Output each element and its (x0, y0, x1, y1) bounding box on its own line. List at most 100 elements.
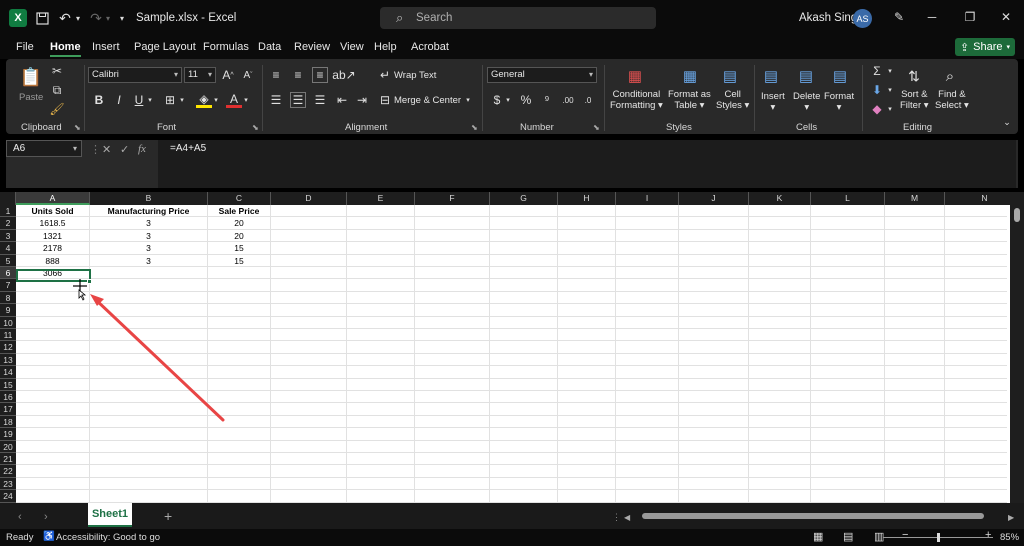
cell-k8[interactable] (749, 291, 811, 305)
cell-h12[interactable] (558, 341, 616, 354)
cell-e20[interactable] (347, 440, 415, 453)
cell-d21[interactable] (271, 453, 347, 466)
cell-g9[interactable] (490, 304, 558, 317)
cell-k7[interactable] (749, 279, 811, 292)
cell-e12[interactable] (347, 341, 415, 354)
conditional-formatting-button[interactable]: Conditional Formatting ▾ (610, 89, 663, 111)
sheet-tab-sheet1[interactable]: Sheet1 (88, 503, 132, 527)
cell-e3[interactable] (347, 229, 415, 243)
column-header-b[interactable]: B (90, 192, 208, 205)
page-layout-view-icon[interactable]: ▤ (843, 530, 853, 543)
cell-m14[interactable] (885, 366, 945, 379)
row-header-22[interactable]: 22 (0, 465, 16, 478)
cell-n9[interactable] (945, 304, 1007, 317)
row-header-10[interactable]: 10 (0, 317, 16, 329)
cell-g16[interactable] (490, 391, 558, 404)
cell-l20[interactable] (811, 440, 885, 453)
column-header-k[interactable]: K (749, 192, 811, 205)
cell-h13[interactable] (558, 353, 616, 367)
normal-view-icon[interactable]: ▦ (813, 530, 823, 543)
row-header-8[interactable]: 8 (0, 292, 16, 305)
row-header-23[interactable]: 23 (0, 478, 16, 491)
cell-n10[interactable] (945, 317, 1007, 329)
fill-handle[interactable] (87, 279, 92, 284)
row-header-7[interactable]: 7 (0, 279, 16, 292)
scroll-left-icon[interactable]: ◀ (624, 508, 630, 526)
cell-n7[interactable] (945, 279, 1007, 292)
cell-h14[interactable] (558, 366, 616, 379)
cell-e5[interactable] (347, 254, 415, 267)
cell-g20[interactable] (490, 440, 558, 453)
sort-filter-button[interactable]: Sort & Filter ▾ (900, 89, 929, 111)
cell-j19[interactable] (679, 428, 749, 441)
cell-k2[interactable] (749, 217, 811, 230)
cell-j10[interactable] (679, 316, 749, 329)
cell-l5[interactable] (811, 254, 885, 267)
cell-c20[interactable] (208, 440, 271, 453)
cell-l11[interactable] (811, 329, 885, 342)
cell-j17[interactable] (679, 403, 749, 416)
cell-i9[interactable] (616, 304, 679, 317)
cell-f23[interactable] (415, 477, 490, 491)
search-box[interactable]: ⌕ Search (380, 7, 656, 29)
delete-cells-button[interactable]: Delete ▾ (793, 91, 820, 113)
add-sheet-button[interactable]: + (164, 507, 172, 525)
cell-k6[interactable] (749, 267, 811, 280)
cell-f8[interactable] (415, 291, 490, 305)
cell-h16[interactable] (558, 391, 616, 404)
cell-h18[interactable] (558, 415, 616, 429)
cell-k18[interactable] (749, 415, 811, 429)
cell-m10[interactable] (885, 316, 945, 329)
cell-e7[interactable] (347, 279, 415, 292)
cell-d17[interactable] (271, 403, 347, 416)
cell-h6[interactable] (558, 267, 616, 280)
cell-d2[interactable] (271, 217, 347, 230)
cell-n2[interactable] (945, 217, 1007, 230)
cell-e22[interactable] (347, 465, 415, 478)
cell-g13[interactable] (490, 353, 558, 367)
cell-f19[interactable] (415, 428, 490, 441)
cell-j6[interactable] (679, 267, 749, 280)
cell-j7[interactable] (679, 279, 749, 292)
chevron-down-icon[interactable]: ▾ (886, 64, 894, 78)
fill-icon[interactable]: ⬇ (870, 83, 884, 97)
cell-h1[interactable] (558, 205, 616, 218)
cell-h3[interactable] (558, 229, 616, 243)
cell-d23[interactable] (271, 477, 347, 491)
cell-b4[interactable]: 3 (90, 242, 208, 255)
cell-d20[interactable] (271, 440, 347, 453)
tab-home[interactable]: Home (50, 41, 81, 57)
cell-j5[interactable] (679, 254, 749, 267)
cell-d1[interactable] (271, 205, 347, 218)
select-all-corner[interactable] (0, 192, 16, 205)
cell-b23[interactable] (90, 477, 208, 491)
column-header-m[interactable]: M (885, 192, 945, 205)
cell-n3[interactable] (945, 230, 1007, 243)
wrap-text-button[interactable]: Wrap Text (394, 70, 436, 81)
cell-g6[interactable] (490, 267, 558, 280)
row-header-1[interactable]: 1 (0, 205, 16, 218)
row-header-20[interactable]: 20 (0, 441, 16, 453)
number-format-dropdown[interactable]: General ▾ (487, 67, 597, 83)
cell-e14[interactable] (347, 366, 415, 379)
cell-k19[interactable] (749, 428, 811, 441)
cell-k11[interactable] (749, 329, 811, 342)
cell-i22[interactable] (616, 465, 679, 478)
insert-cells-button[interactable]: Insert ▾ (761, 91, 785, 113)
cell-j12[interactable] (679, 341, 749, 354)
cell-a15[interactable] (16, 378, 90, 391)
cell-c18[interactable] (208, 415, 271, 429)
cell-e19[interactable] (347, 428, 415, 441)
cell-i8[interactable] (616, 291, 679, 305)
cell-a22[interactable] (16, 465, 90, 478)
formula-input[interactable]: =A4+A5 (158, 140, 1016, 188)
cell-l3[interactable] (811, 229, 885, 243)
cell-e21[interactable] (347, 453, 415, 466)
tab-page-layout[interactable]: Page Layout (134, 41, 196, 53)
cell-b15[interactable] (90, 378, 208, 391)
cell-i6[interactable] (616, 267, 679, 280)
cell-c7[interactable] (208, 279, 271, 292)
cell-k12[interactable] (749, 341, 811, 354)
cell-j18[interactable] (679, 415, 749, 429)
cell-g4[interactable] (490, 242, 558, 255)
